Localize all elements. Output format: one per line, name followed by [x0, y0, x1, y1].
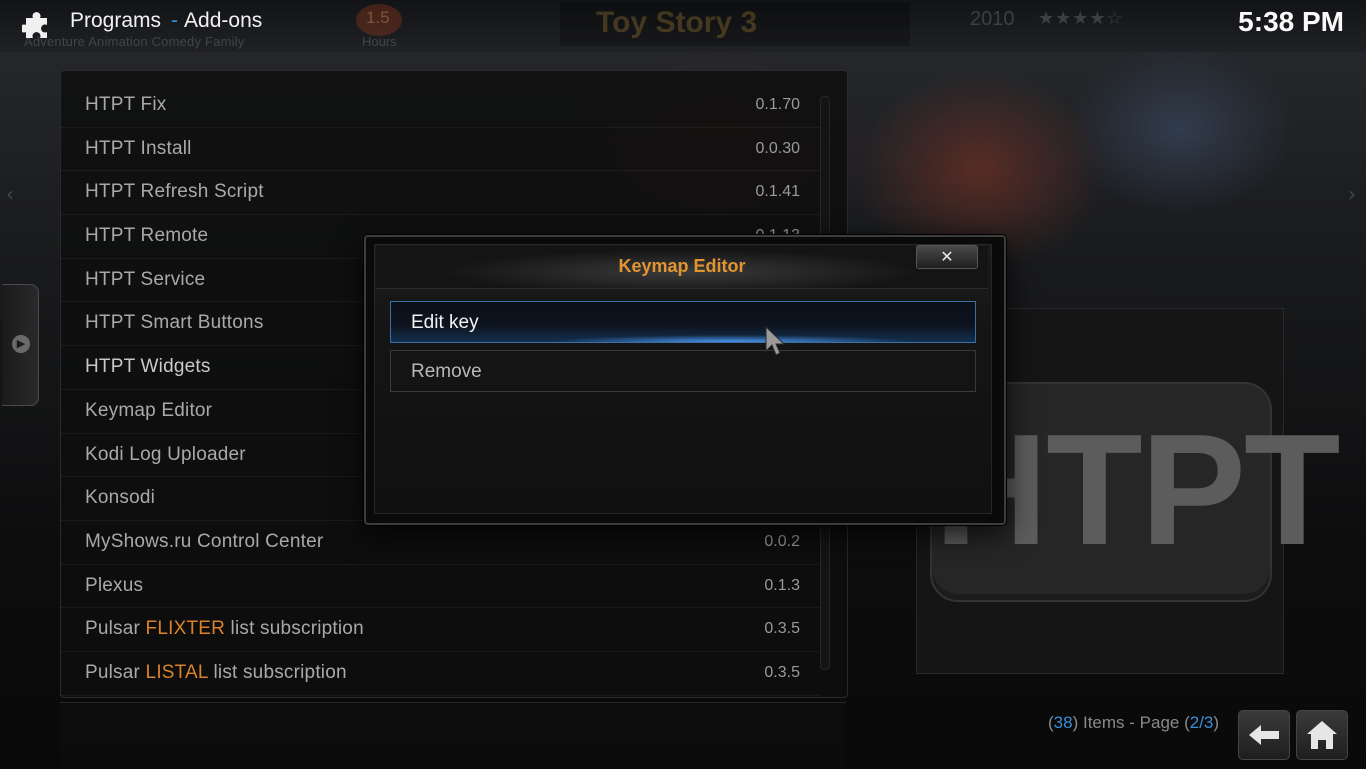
list-item[interactable]: HTPT Install 0.0.30 [60, 128, 820, 172]
addon-version: 0.1.3 [764, 576, 800, 594]
home-icon [1307, 721, 1337, 749]
section-label: Programs [70, 9, 162, 32]
addon-name: HTPT Install [85, 137, 192, 159]
left-arrow-icon: ‹ [6, 182, 14, 206]
items-page-count: (38) Items - Page (2/3) [1048, 713, 1220, 732]
addon-name: Kodi Log Uploader [85, 443, 246, 465]
right-arrow-icon: › [1348, 182, 1356, 206]
home-button[interactable] [1296, 710, 1348, 760]
background-year: 2010 [970, 8, 1015, 30]
back-arrow-icon [1249, 725, 1279, 745]
puzzle-piece-icon [22, 12, 47, 38]
remove-option[interactable]: Remove [390, 350, 976, 392]
addon-name: Konsodi [85, 487, 156, 509]
addon-version: 0.0.2 [764, 532, 800, 550]
addon-name-prefix: Pulsar [85, 661, 146, 683]
addon-name: Pulsar LISTAL list subscription [85, 662, 347, 684]
edit-key-option[interactable]: Edit key [390, 301, 976, 343]
addon-name: Plexus [85, 574, 144, 596]
clock: 5:38 PM [1238, 6, 1344, 37]
addon-name: Pulsar FLIXTER list subscription [85, 618, 364, 640]
list-item[interactable]: HTPT Fix 0.1.70 [60, 84, 820, 128]
addon-name: HTPT Refresh Script [85, 181, 264, 203]
list-item[interactable]: Plexus 0.1.3 [60, 565, 820, 609]
addon-version: 0.3.5 [764, 620, 800, 638]
addon-name: MyShows.ru Control Center [85, 530, 324, 552]
addon-name: HTPT Smart Buttons [85, 312, 264, 334]
page-title: Programs - Add-ons [70, 9, 262, 33]
addon-name: HTPT Service [85, 268, 206, 290]
close-icon: ✕ [940, 247, 954, 266]
addon-version: 0.0.30 [755, 139, 800, 157]
list-item[interactable]: HTPT Refresh Script 0.1.41 [60, 171, 820, 216]
addon-name-highlight: LISTAL [145, 661, 208, 683]
background-hours-value: 1.5 [366, 8, 390, 27]
subsection-label: Add-ons [184, 9, 263, 32]
addon-name: HTPT Fix [85, 94, 167, 115]
addon-name: HTPT Remote [85, 225, 209, 247]
list-item[interactable]: Pulsar LISTAL list subscription 0.3.5 [60, 652, 820, 696]
page-indicator: 2/3 [1189, 713, 1214, 732]
addon-name: HTPT Widgets [85, 356, 211, 378]
list-item[interactable]: Pulsar FLIXTER list subscription 0.3.5 [60, 608, 820, 652]
addon-name-suffix: list subscription [225, 618, 364, 640]
addon-name-highlight: FLIXTER [145, 618, 226, 640]
background-genres: Adventure Animation Comedy Family [24, 34, 245, 49]
items-total: 38 [1053, 713, 1073, 732]
addon-version: 0.3.5 [764, 663, 800, 681]
mouse-cursor-icon [765, 325, 786, 356]
footer-bar [60, 702, 846, 769]
dialog-title: Keymap Editor [618, 256, 746, 276]
background-movie-title: Toy Story 3 [596, 6, 758, 39]
dialog-close-button[interactable]: ✕ [916, 245, 978, 269]
title-separator: - [171, 9, 179, 32]
addon-version: 0.1.70 [755, 96, 800, 113]
addon-name-suffix: list subscription [208, 661, 347, 683]
background-rating-stars: ★★★★☆ [1038, 8, 1124, 28]
remove-label: Remove [411, 361, 482, 382]
edit-key-label: Edit key [411, 312, 479, 333]
list-item[interactable]: MyShows.ru Control Center 0.0.2 [60, 521, 820, 565]
items-label: Items - Page [1082, 713, 1180, 732]
addon-name-prefix: Pulsar [85, 618, 146, 640]
background-hours-label: Hours [362, 34, 397, 49]
back-button[interactable] [1238, 710, 1290, 760]
chevron-right-icon[interactable]: ▶ [12, 335, 30, 353]
addon-version: 0.1.41 [755, 183, 800, 201]
addon-name: Keymap Editor [85, 399, 213, 421]
